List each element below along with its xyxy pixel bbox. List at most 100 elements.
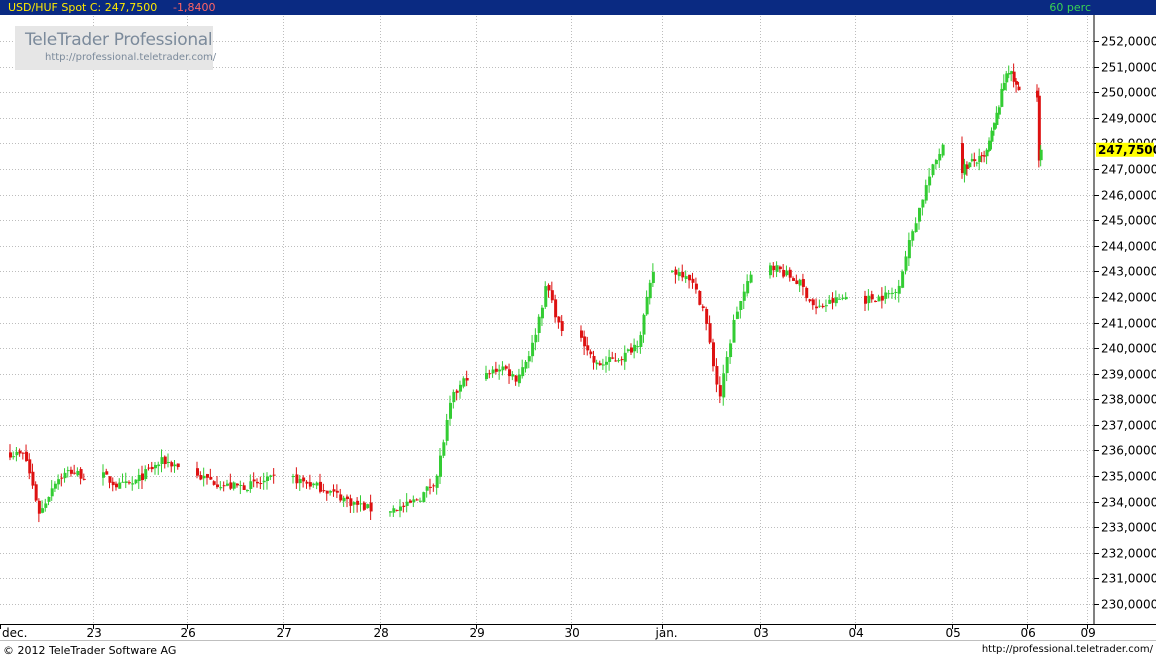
candle-body xyxy=(366,504,370,509)
candle-body xyxy=(252,479,256,482)
y-tick-label: 250,0000 xyxy=(1101,86,1156,100)
y-tick-label: 241,0000 xyxy=(1101,317,1156,331)
candle-up xyxy=(167,453,170,468)
candle-body xyxy=(432,485,436,487)
candle-body xyxy=(439,455,442,477)
candle-body xyxy=(778,266,782,270)
candle-up xyxy=(623,345,627,370)
x-tick-label: 29 xyxy=(470,626,485,640)
candle-body xyxy=(28,459,32,474)
candle-body xyxy=(209,476,213,480)
candle-body xyxy=(369,502,373,512)
candle-body xyxy=(504,366,508,369)
candle-body xyxy=(633,344,637,352)
candle-body xyxy=(332,489,336,492)
candle-up xyxy=(901,269,905,289)
candle-body xyxy=(50,488,54,497)
candle-up xyxy=(918,207,921,230)
candle-down xyxy=(701,304,705,312)
candle-up xyxy=(352,501,356,513)
candle-body xyxy=(452,392,456,403)
candle-body xyxy=(911,231,915,241)
candle-up xyxy=(399,499,402,518)
candle-body xyxy=(973,159,977,162)
candle-up xyxy=(315,481,319,490)
y-tick-label: 247,0000 xyxy=(1101,163,1156,177)
candle-body xyxy=(167,461,170,464)
y-tick-label: 235,0000 xyxy=(1101,470,1156,484)
candle-body xyxy=(196,468,199,476)
candle-body xyxy=(914,223,918,233)
candle-down xyxy=(335,484,339,499)
candle-down xyxy=(583,330,587,355)
candle-body xyxy=(63,472,67,479)
candle-body xyxy=(18,450,22,454)
candle-down xyxy=(508,363,512,384)
candle-up xyxy=(501,361,505,376)
candle-down xyxy=(808,298,812,303)
footer-url[interactable]: http://professional.teletrader.com/ xyxy=(982,644,1153,655)
candle-down xyxy=(105,468,109,475)
candle-body xyxy=(844,296,848,300)
candle-body xyxy=(684,276,688,280)
candle-body xyxy=(583,336,587,347)
candle-body xyxy=(617,360,621,362)
candle-body xyxy=(725,356,729,374)
candle-down xyxy=(21,452,25,460)
candle-body xyxy=(639,335,643,347)
candle-up xyxy=(648,279,652,305)
candle-body xyxy=(550,290,554,301)
candle-body xyxy=(102,472,105,478)
candle-up xyxy=(425,486,429,498)
candle-body xyxy=(465,378,469,381)
candle-up xyxy=(66,466,70,478)
candle-body xyxy=(712,342,715,367)
candle-body xyxy=(988,140,992,151)
candle-body xyxy=(864,295,867,304)
candle-body xyxy=(841,297,845,299)
candle-down xyxy=(25,444,29,463)
candle-down xyxy=(611,351,615,360)
candle-up xyxy=(633,338,637,359)
candle-body xyxy=(514,375,518,382)
candle-up xyxy=(732,314,736,343)
candle-up xyxy=(921,199,925,216)
candle-up xyxy=(938,148,942,168)
candle-body xyxy=(256,481,259,484)
candle-body xyxy=(978,156,982,162)
candle-down xyxy=(598,360,602,366)
candle-body xyxy=(222,485,226,487)
candle-up xyxy=(392,505,396,517)
candle-down xyxy=(560,315,564,337)
candle-up xyxy=(232,481,236,491)
candle-up xyxy=(834,290,838,307)
y-tick-label: 249,0000 xyxy=(1101,112,1156,126)
candle-up xyxy=(173,459,177,473)
candle-body xyxy=(651,272,655,283)
y-tick-label: 251,0000 xyxy=(1101,61,1156,75)
candle-down xyxy=(795,274,799,285)
candle-up xyxy=(928,167,932,193)
price-chart[interactable]: 230,0000 231,0000 232,0000 233,0000 234,0000… xyxy=(0,0,1156,659)
candle-up xyxy=(266,472,269,490)
candle-up xyxy=(44,498,48,512)
candle-up xyxy=(934,158,938,170)
candle-down xyxy=(170,460,174,473)
candle-down xyxy=(236,483,239,488)
candle-body xyxy=(459,384,462,392)
candle-body xyxy=(76,470,80,476)
candle-body xyxy=(586,345,590,351)
candle-body xyxy=(302,477,306,482)
candle-up xyxy=(651,263,655,288)
candle-down xyxy=(415,498,419,501)
candle-body xyxy=(544,286,548,307)
candle-up xyxy=(53,481,57,492)
candle-up xyxy=(838,293,842,300)
candle-body xyxy=(362,502,366,510)
candle-down xyxy=(111,477,115,492)
candle-body xyxy=(272,474,276,476)
candle-up xyxy=(422,491,426,503)
candle-body xyxy=(246,490,249,492)
candle-body xyxy=(897,285,901,294)
candle-up xyxy=(540,304,544,326)
